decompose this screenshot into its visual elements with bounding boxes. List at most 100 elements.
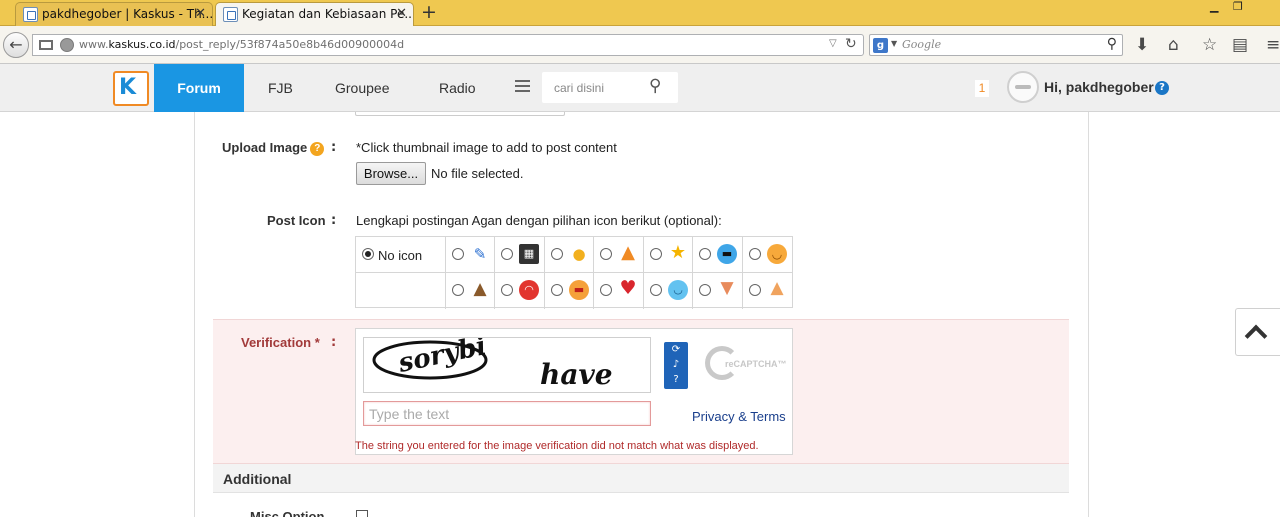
captcha-image: sorybi have (363, 337, 651, 393)
help-icon[interactable]: ? (664, 372, 688, 387)
post-icon-label: Post Icon (267, 213, 326, 228)
icon-option[interactable]: ▬ (545, 273, 594, 309)
additional-heading: Additional (223, 471, 292, 487)
help-icon[interactable]: ? (1155, 81, 1169, 95)
radio[interactable] (551, 284, 563, 296)
browser-tab-2[interactable]: Kegiatan dan Kebiasaan Pe... ✕ (215, 2, 414, 27)
icon-option[interactable]: ★ (644, 237, 693, 273)
captcha-word-2: have (540, 358, 613, 391)
nav-forum[interactable]: Forum (154, 64, 244, 112)
radio[interactable] (699, 284, 711, 296)
back-arrow-icon[interactable]: ← (3, 32, 29, 58)
empty-cell (356, 273, 446, 309)
poop-icon: ▲ (473, 279, 487, 299)
scroll-to-top-button[interactable] (1235, 308, 1280, 356)
kaskus-favicon-icon (223, 7, 238, 22)
radio[interactable] (749, 248, 761, 260)
thumbs-up-icon: ▲ (770, 278, 784, 298)
icon-option[interactable]: ● (545, 237, 594, 273)
recaptcha-logo: reCAPTCHA™ (705, 346, 787, 382)
refresh-icon[interactable]: ⟳ (664, 342, 688, 357)
avatar[interactable] (1007, 71, 1039, 103)
radio[interactable] (600, 248, 612, 260)
nav-fjb[interactable]: FJB (268, 64, 293, 112)
icon-option[interactable]: ◡ (644, 273, 693, 309)
url-dropdown-icon[interactable]: ▽ (829, 38, 837, 49)
tab-title: pakdhegober | Kaskus - Th... (42, 7, 213, 21)
icon-option[interactable]: ▬ (693, 237, 743, 273)
radio[interactable] (600, 284, 612, 296)
verification-error: The string you entered for the image ver… (355, 440, 759, 452)
home-icon[interactable]: ⌂ (1168, 35, 1179, 55)
search-placeholder: Google (902, 38, 942, 51)
misc-option-checkbox[interactable] (356, 510, 368, 517)
search-icon[interactable]: ⚲ (649, 76, 661, 96)
address-bar[interactable]: www.kaskus.co.id/post_reply/53f874a50e8b… (32, 34, 864, 56)
icon-option[interactable]: ▲ (446, 273, 495, 309)
restore-icon[interactable]: ❐ (1233, 0, 1243, 14)
colon: : (331, 335, 337, 350)
user-greeting[interactable]: Hi, pakdhegober (1044, 79, 1154, 95)
radio[interactable] (650, 284, 662, 296)
star-icon: ★ (669, 242, 687, 263)
help-icon[interactable]: ? (310, 142, 325, 156)
icon-option[interactable]: ▼ (693, 273, 743, 309)
radio[interactable] (501, 248, 513, 260)
additional-section-header: Additional (213, 464, 1069, 493)
icon-option[interactable]: ◡ (743, 237, 793, 273)
reload-icon[interactable]: ↻ (845, 36, 857, 52)
icon-option-none[interactable]: No icon (356, 237, 446, 273)
site-header: K Forum FJB Groupee Radio cari disini ⚲ … (0, 64, 1280, 112)
download-icon[interactable]: ⬇ (1135, 35, 1149, 55)
search-bar[interactable]: g ▼ Google ⚲ (869, 34, 1123, 56)
radio-no-icon[interactable] (362, 248, 374, 260)
no-icon-label: No icon (378, 248, 423, 263)
radio[interactable] (551, 248, 563, 260)
nav-groupee[interactable]: Groupee (335, 64, 389, 112)
post-icon-table: No icon ✎ ▦ ● ▲ ★ ▬ ◡ ▲ ◠ ▬ ♥ ◡ ▼ ▲ (355, 236, 793, 309)
left-column-border (194, 112, 195, 517)
bookmark-star-icon[interactable]: ☆ (1202, 35, 1217, 55)
tab-title: Kegiatan dan Kebiasaan Pe... (242, 7, 414, 21)
upload-image-label: Upload Image? (222, 140, 325, 156)
minimize-icon[interactable]: ▁ (1210, 0, 1218, 14)
radio[interactable] (452, 284, 464, 296)
icon-option[interactable]: ▲ (594, 237, 644, 273)
close-tab-icon[interactable]: ✕ (195, 6, 206, 21)
audio-icon[interactable]: ♪ (664, 357, 688, 372)
bookmarks-list-icon[interactable]: ▤ (1232, 35, 1248, 55)
site-identity-icon[interactable] (39, 40, 53, 50)
notification-badge[interactable]: 1 (975, 80, 989, 97)
colon: : (331, 140, 337, 155)
post-icon-hint: Lengkapi postingan Agan dengan pilihan i… (356, 213, 722, 228)
close-tab-icon[interactable]: ✕ (396, 6, 407, 21)
icon-option[interactable]: ▲ (743, 273, 793, 309)
icon-option[interactable]: ♥ (594, 273, 644, 309)
site-search-input[interactable]: cari disini ⚲ (542, 72, 678, 103)
kaskus-logo[interactable]: K (113, 71, 149, 106)
grin-face-icon: ▬ (569, 280, 589, 300)
browser-tab-1[interactable]: pakdhegober | Kaskus - Th... ✕ (15, 2, 213, 26)
radio[interactable] (452, 248, 464, 260)
misc-option-label: Misc Option (250, 509, 325, 517)
icon-option[interactable]: ◠ (495, 273, 545, 309)
radio[interactable] (501, 284, 513, 296)
google-icon[interactable]: g (873, 38, 888, 53)
new-tab-button[interactable]: + (421, 2, 437, 22)
browser-tab-bar: pakdhegober | Kaskus - Th... ✕ Kegiatan … (0, 0, 1280, 27)
menu-icon[interactable]: ≡ (1266, 35, 1280, 55)
nav-radio[interactable]: Radio (439, 64, 476, 112)
engine-dropdown-icon[interactable]: ▼ (891, 39, 897, 48)
icon-option[interactable]: ▦ (495, 237, 545, 273)
icon-option[interactable]: ✎ (446, 237, 495, 273)
browse-button[interactable]: Browse... (356, 162, 426, 185)
radio[interactable] (699, 248, 711, 260)
radio[interactable] (650, 248, 662, 260)
kaskus-k-icon: K (119, 75, 137, 100)
search-icon[interactable]: ⚲ (1107, 36, 1117, 52)
category-list-icon[interactable] (515, 80, 530, 93)
privacy-terms-link[interactable]: Privacy & Terms (692, 409, 786, 424)
captcha-input[interactable]: Type the text (363, 401, 651, 426)
radio[interactable] (749, 284, 761, 296)
thumbs-down-icon: ▼ (720, 278, 734, 298)
